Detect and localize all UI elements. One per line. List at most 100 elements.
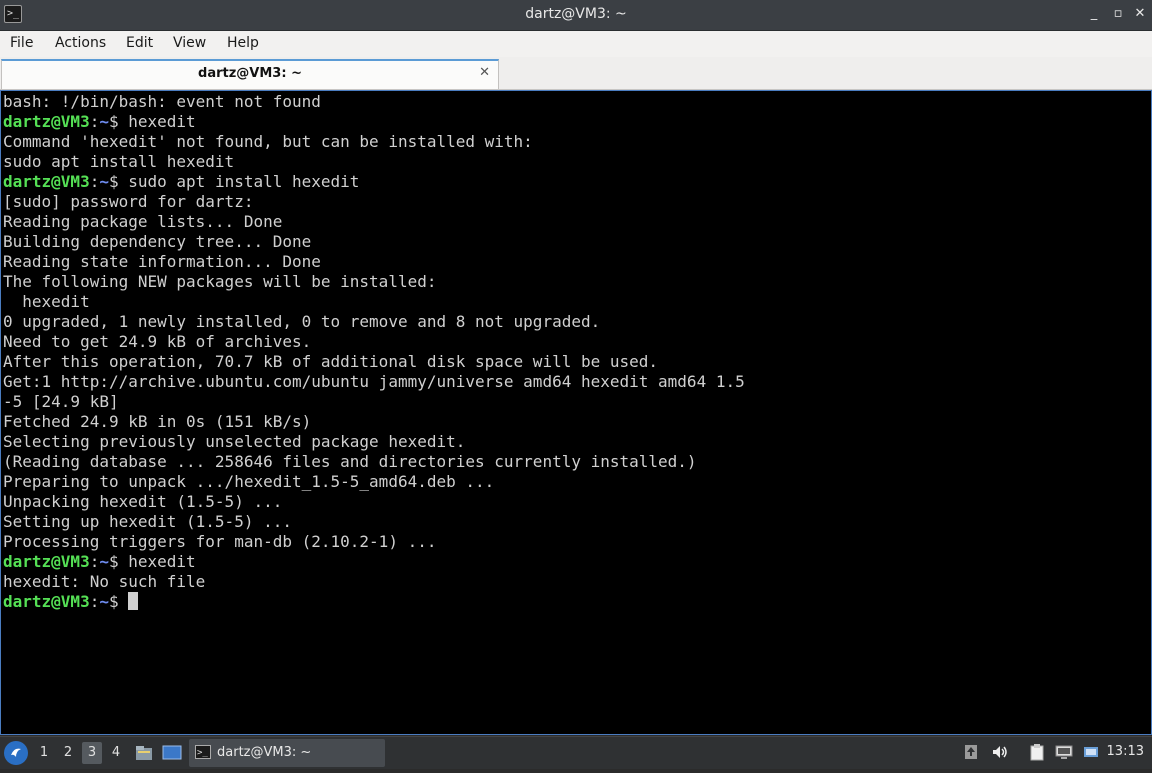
terminal-task-icon: >_ [195, 745, 211, 759]
terminal-output[interactable]: bash: !/bin/bash: event not found dartz@V… [0, 90, 1152, 735]
output-text: The following NEW packages will be insta… [3, 272, 437, 291]
clock: 13:13 [1106, 744, 1144, 759]
menu-file[interactable]: File [10, 35, 33, 51]
tab-bar: dartz@VM3: ~ ✕ [0, 57, 1152, 90]
prompt-symbol: $ [108, 172, 129, 191]
file-manager-icon[interactable] [134, 743, 154, 763]
terminal-output-line: [sudo] password for dartz: [3, 192, 253, 212]
terminal-output-line: Get:1 http://archive.ubuntu.com/ubuntu j… [3, 372, 745, 392]
terminal-prompt-line: dartz@VM3:~$ [3, 592, 139, 612]
prompt-symbol: $ [108, 552, 129, 571]
output-text: Get:1 http://archive.ubuntu.com/ubuntu j… [3, 372, 745, 391]
menu-bar: File Actions Edit View Help [0, 31, 1152, 57]
output-text: 0 upgraded, 1 newly installed, 0 to remo… [3, 312, 601, 331]
output-text: After this operation, 70.7 kB of additio… [3, 352, 659, 371]
terminal-output-line: 0 upgraded, 1 newly installed, 0 to remo… [3, 312, 600, 332]
output-text: Preparing to unpack .../hexedit_1.5-5_am… [3, 472, 495, 491]
menu-edit[interactable]: Edit [126, 35, 153, 51]
clipboard-icon[interactable] [1028, 743, 1046, 761]
terminal-prompt-line: dartz@VM3:~$ sudo apt install hexedit [3, 172, 359, 192]
prompt-path: ~ [99, 172, 109, 191]
output-text: Selecting previously unselected package … [3, 432, 466, 451]
menu-help[interactable]: Help [227, 35, 259, 51]
output-text: Fetched 24.9 kB in 0s (151 kB/s) [3, 412, 312, 431]
network-icon[interactable] [1055, 743, 1073, 761]
output-text: (Reading database ... 258646 files and d… [3, 452, 697, 471]
output-text: [sudo] password for dartz: [3, 192, 254, 211]
prompt-path: ~ [99, 592, 109, 611]
terminal-output-line: After this operation, 70.7 kB of additio… [3, 352, 658, 372]
command-text: sudo apt install hexedit [128, 172, 360, 191]
desktop-2[interactable]: 2 [58, 742, 78, 764]
taskbar-task-terminal[interactable]: >_ dartz@VM3: ~ [189, 739, 385, 767]
command-text: hexedit [128, 552, 196, 571]
menu-actions[interactable]: Actions [55, 35, 106, 51]
terminal-output-line: hexedit [3, 292, 89, 312]
terminal-prompt-line: dartz@VM3:~$ hexedit [3, 112, 196, 132]
terminal-output-line: hexedit: No such file [3, 572, 205, 592]
output-text: bash: !/bin/bash: event not found [3, 92, 321, 111]
window-titlebar: >_ dartz@VM3: ~ _ ▫ ✕ [0, 0, 1152, 31]
prompt-user: dartz@VM3 [3, 592, 90, 611]
terminal-output-line: Processing triggers for man-db (2.10.2-1… [3, 532, 436, 552]
upload-icon[interactable] [962, 743, 980, 761]
output-text: Setting up hexedit (1.5-5) ... [3, 512, 292, 531]
prompt-symbol: $ [108, 592, 129, 611]
output-text: hexedit: No such file [3, 572, 206, 591]
task-label: dartz@VM3: ~ [217, 745, 312, 760]
terminal-output-line: Building dependency tree... Done [3, 232, 311, 252]
start-menu-icon[interactable] [4, 741, 28, 765]
close-button[interactable]: ✕ [1132, 6, 1148, 22]
prompt-separator: : [89, 552, 100, 571]
prompt-user: dartz@VM3 [3, 552, 90, 571]
terminal-output-line: The following NEW packages will be insta… [3, 272, 436, 292]
terminal-output-line: Reading state information... Done [3, 252, 321, 272]
terminal-output-line: -5 [24.9 kB] [3, 392, 119, 412]
desktop-4[interactable]: 4 [106, 742, 126, 764]
terminal-output-line: Fetched 24.9 kB in 0s (151 kB/s) [3, 412, 311, 432]
minimize-button[interactable]: _ [1086, 6, 1102, 22]
terminal-output-line: (Reading database ... 258646 files and d… [3, 452, 697, 472]
output-text: Building dependency tree... Done [3, 232, 312, 251]
volume-icon[interactable] [991, 743, 1009, 761]
window-title: dartz@VM3: ~ [525, 6, 627, 22]
notification-icon[interactable] [1082, 743, 1100, 761]
output-text: Command 'hexedit' not found, but can be … [3, 132, 533, 151]
terminal-output-line: Reading package lists... Done [3, 212, 282, 232]
output-text: -5 [24.9 kB] [3, 392, 119, 411]
terminal-output-line: Need to get 24.9 kB of archives. [3, 332, 311, 352]
prompt-user: dartz@VM3 [3, 172, 90, 191]
prompt-separator: : [89, 172, 100, 191]
terminal-output-line: Command 'hexedit' not found, but can be … [3, 132, 533, 152]
prompt-path: ~ [99, 552, 109, 571]
terminal-cursor [128, 592, 139, 610]
output-text: Reading package lists... Done [3, 212, 283, 231]
prompt-user: dartz@VM3 [3, 112, 90, 131]
terminal-prompt-line: dartz@VM3:~$ hexedit [3, 552, 196, 572]
output-text: Need to get 24.9 kB of archives. [3, 332, 312, 351]
tab-label: dartz@VM3: ~ [198, 66, 302, 81]
menu-view[interactable]: View [173, 35, 206, 51]
terminal-output-line: Setting up hexedit (1.5-5) ... [3, 512, 292, 532]
output-text: Reading state information... Done [3, 252, 321, 271]
tab-close-icon[interactable]: ✕ [479, 65, 490, 80]
prompt-separator: : [89, 592, 100, 611]
taskbar: 1 2 3 4 >_ dartz@VM3: ~ 13:13 [0, 736, 1152, 769]
output-text: Processing triggers for man-db (2.10.2-1… [3, 532, 437, 551]
command-text: hexedit [128, 112, 196, 131]
terminal-output-line: Selecting previously unselected package … [3, 432, 465, 452]
terminal-output-line: sudo apt install hexedit [3, 152, 234, 172]
terminal-output-line: bash: !/bin/bash: event not found [3, 92, 321, 112]
show-desktop-icon[interactable] [162, 743, 182, 763]
terminal-output-line: Preparing to unpack .../hexedit_1.5-5_am… [3, 472, 494, 492]
tab-terminal[interactable]: dartz@VM3: ~ ✕ [1, 59, 499, 89]
prompt-path: ~ [99, 112, 109, 131]
prompt-separator: : [89, 112, 100, 131]
desktop-1[interactable]: 1 [34, 742, 54, 764]
terminal-output-line: Unpacking hexedit (1.5-5) ... [3, 492, 282, 512]
desktop-3[interactable]: 3 [82, 742, 102, 764]
output-text: Unpacking hexedit (1.5-5) ... [3, 492, 283, 511]
output-text: sudo apt install hexedit [3, 152, 235, 171]
maximize-button[interactable]: ▫ [1110, 6, 1126, 22]
prompt-symbol: $ [108, 112, 129, 131]
